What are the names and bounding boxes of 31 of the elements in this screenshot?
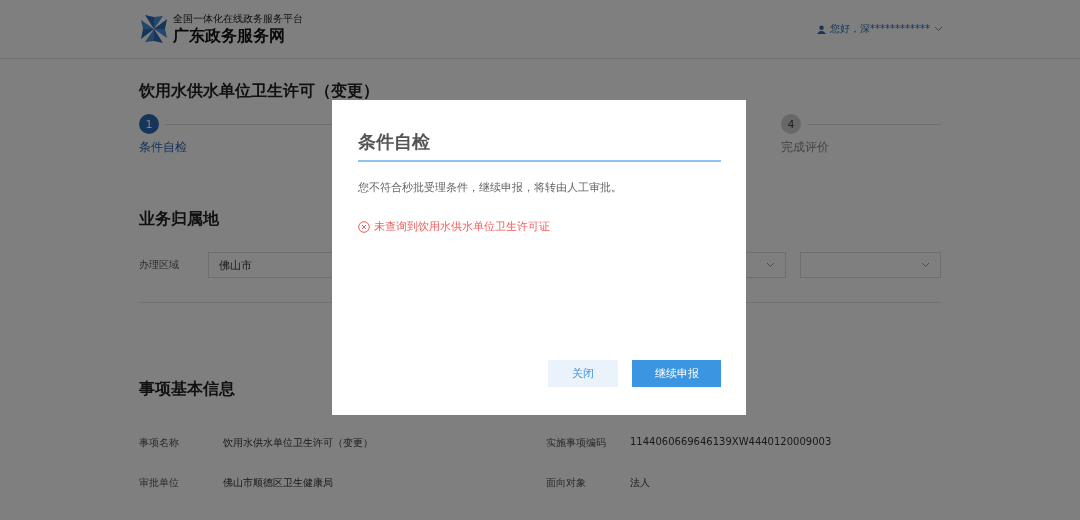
section-heading: 事项基本信息 [139, 379, 235, 400]
step-label: 完成评价 [781, 139, 830, 156]
continue-button[interactable]: 继续申报 [632, 360, 721, 387]
step-number: 4 [781, 114, 801, 134]
section-heading: 业务归属地 [139, 209, 219, 230]
field-value: 1144060669646139XW4440120009003 [630, 436, 832, 449]
chevron-down-icon [765, 262, 775, 268]
step-label: 条件自检 [139, 139, 188, 156]
field-label: 事项名称 [139, 436, 180, 450]
site-title: 广东政务服务网 [173, 25, 286, 47]
field-label: 办理区域 [139, 258, 180, 272]
field-value: 法人 [630, 476, 650, 490]
field-label: 实施事项编码 [546, 436, 607, 450]
chevron-down-icon[interactable] [934, 26, 943, 32]
dialog-title: 条件自检 [358, 130, 721, 162]
platform-subtitle: 全国一体化在线政务服务平台 [173, 11, 303, 26]
user-icon [817, 24, 826, 34]
field-label: 审批单位 [139, 476, 180, 490]
error-message: 未查询到饮用水供水单位卫生许可证 [374, 219, 550, 234]
dialog-message: 您不符合秒批受理条件，继续申报，将转由人工审批。 [358, 180, 623, 195]
field-value: 佛山市顺德区卫生健康局 [223, 476, 333, 490]
error-circle-icon [358, 220, 370, 233]
town-select[interactable] [799, 252, 941, 278]
field-value: 饮用水供水单位卫生许可（变更） [223, 436, 373, 450]
pinwheel-logo-icon [139, 13, 169, 45]
step-number: 1 [139, 114, 159, 134]
user-greeting[interactable]: 您好，深************ [830, 22, 930, 36]
close-button[interactable]: 关闭 [548, 360, 618, 387]
field-label: 面向对象 [546, 476, 587, 490]
page-title: 饮用水供水单位卫生许可（变更） [139, 81, 380, 102]
chevron-down-icon [921, 262, 930, 268]
